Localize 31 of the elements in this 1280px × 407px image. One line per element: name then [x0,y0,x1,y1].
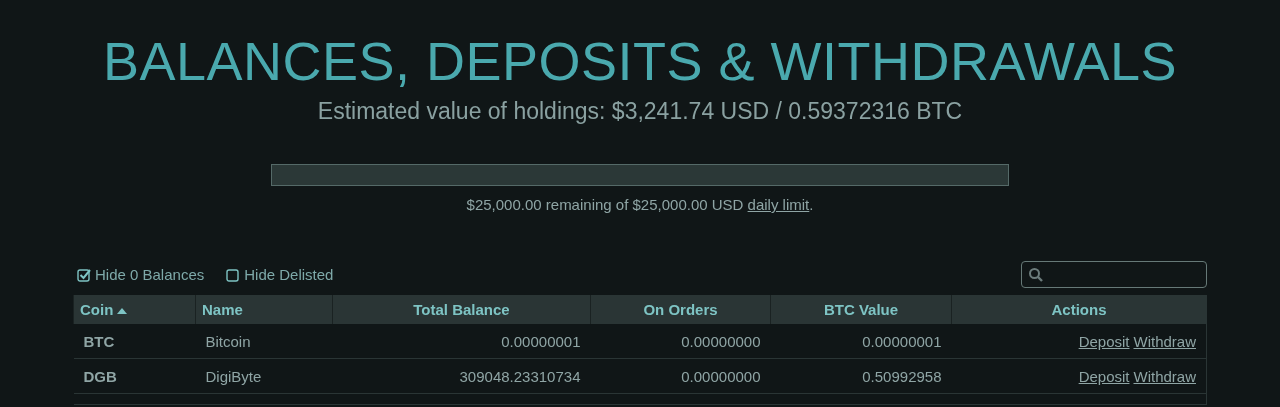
column-header[interactable]: Name [195,295,333,324]
table-cell: 0.50992958 [770,358,952,394]
column-header[interactable]: Total Balance [332,295,591,324]
column-header[interactable]: On Orders [590,295,771,324]
period: . [809,196,814,213]
deposit-link[interactable]: Deposit [1078,367,1130,385]
limit-text: $25,000.00 remaining of $25,000.00 USD [466,196,744,213]
withdraw-link[interactable]: Withdraw [1133,332,1196,350]
table-cell: DigiByte [195,358,333,394]
checkbox-icon[interactable] [226,267,241,282]
filter-label: Hide 0 Balances [95,266,205,283]
holdings-estimate: Estimated value of holdings: $3,241.74 USD / 0.59372316 BTC [317,98,963,125]
withdraw-link[interactable]: Withdraw [1133,367,1196,385]
table-cell: 309048.23310734 [332,358,591,394]
sort-ascending-icon [117,308,128,315]
table-cell: BTC [73,324,196,359]
column-header[interactable]: Actions [951,295,1207,324]
search-icon [1028,266,1044,283]
table-cell: 0.00000001 [332,324,591,359]
search-field[interactable] [1021,261,1207,288]
table-cell: 0.00000000 [590,358,771,394]
page-title: BALANCES, DEPOSITS & WITHDRAWALS [102,30,1178,92]
table-cell: 0.00000001 [770,324,952,359]
checked-checkbox-icon[interactable] [77,267,91,282]
column-header[interactable]: Coin [73,295,196,324]
column-header[interactable]: BTC Value [770,295,952,324]
table-cell: DGB [73,358,196,394]
filter-label: Hide Delisted [244,266,334,283]
table-cell: Bitcoin [195,324,333,359]
deposit-link[interactable]: Deposit [1078,332,1130,350]
table-cell: 0.00000000 [590,324,771,359]
